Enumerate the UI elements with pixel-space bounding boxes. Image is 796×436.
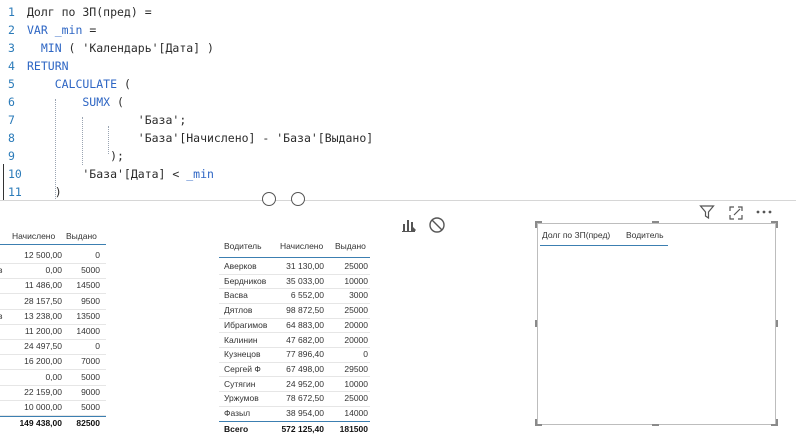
column-header[interactable]: Долг по ЗП(пред) <box>542 230 610 240</box>
resize-handle-corner[interactable] <box>776 419 778 426</box>
header-underline <box>219 257 370 258</box>
paid-cell: 29500 <box>344 363 368 374</box>
driver-name: Дятлов <box>224 305 253 316</box>
paid-cell: 0 <box>363 349 368 360</box>
bar-chart-edit-icon[interactable] <box>401 217 417 233</box>
row-divider <box>219 273 370 275</box>
row-divider <box>219 376 370 378</box>
column-header[interactable]: Начислено <box>280 241 323 251</box>
driver-name: Бердников <box>224 275 267 286</box>
column-header[interactable]: Выдано <box>335 241 366 251</box>
total-divider <box>219 421 370 423</box>
paid-cell: 25000 <box>344 261 368 271</box>
driver-name: Сергей Ф <box>224 363 261 374</box>
accrued-cell: 77 896,40 <box>286 349 324 360</box>
driver-name: Васва <box>224 290 248 301</box>
empty-table-visual[interactable]: Долг по ЗП(пред) Водитель <box>537 223 776 425</box>
driver-name: Аверков <box>224 261 257 271</box>
row-divider <box>219 317 370 319</box>
accrued-cell: 47 682,00 <box>286 334 324 345</box>
total-paid: 181500 <box>339 423 368 434</box>
accrued-cell: 38 954,00 <box>286 408 324 418</box>
paid-cell: 25000 <box>344 305 368 316</box>
paid-cell: 25000 <box>344 393 368 404</box>
resize-handle-corner[interactable] <box>535 221 537 228</box>
column-header[interactable]: Водитель <box>626 230 664 240</box>
driver-name: Сутягин <box>224 378 256 389</box>
driver-name: Кузнецов <box>224 349 261 360</box>
row-divider <box>219 391 370 393</box>
driver-name: Калинин <box>224 334 258 345</box>
filter-icon[interactable] <box>699 204 715 220</box>
header-underline <box>540 245 668 246</box>
accrued-cell: 78 672,50 <box>286 393 324 404</box>
resize-handle-left[interactable] <box>535 320 537 327</box>
column-header[interactable]: Водитель <box>224 241 262 251</box>
paid-cell: 20000 <box>344 319 368 330</box>
paid-cell: 14000 <box>344 408 368 418</box>
resize-handle-top[interactable] <box>652 221 659 223</box>
resize-handle-corner[interactable] <box>535 419 537 426</box>
row-divider <box>219 347 370 348</box>
accrued-cell: 31 130,00 <box>286 261 324 271</box>
driver-name: Ибрагимов <box>224 319 268 330</box>
resize-handle-bottom[interactable] <box>652 424 659 426</box>
accrued-cell: 64 883,00 <box>286 319 324 330</box>
paid-cell: 3000 <box>349 290 368 301</box>
row-divider <box>219 288 370 290</box>
row-divider <box>219 302 370 304</box>
accrued-cell: 24 952,00 <box>286 378 324 389</box>
accrued-cell: 98 872,50 <box>286 305 324 316</box>
focus-mode-icon[interactable] <box>728 205 744 221</box>
total-accrued: 572 125,40 <box>281 423 324 434</box>
no-entry-icon[interactable] <box>428 216 446 234</box>
resize-handle-corner[interactable] <box>776 221 778 228</box>
accrued-cell: 6 552,00 <box>290 290 324 301</box>
paid-cell: 20000 <box>344 334 368 345</box>
paid-cell: 10000 <box>344 275 368 286</box>
paid-cell: 10000 <box>344 378 368 389</box>
more-options-icon[interactable] <box>755 209 773 215</box>
row-divider <box>219 361 370 363</box>
resize-handle-right[interactable] <box>776 320 778 327</box>
driver-table: Водитель Начислено Выдано Аверков 31 130,… <box>0 0 380 436</box>
driver-name: Фазыл <box>224 408 251 418</box>
row-divider <box>219 405 370 407</box>
total-label: Всего <box>224 423 249 434</box>
accrued-cell: 67 498,00 <box>286 363 324 374</box>
row-divider <box>219 332 370 334</box>
accrued-cell: 35 033,00 <box>286 275 324 286</box>
driver-name: Уржумов <box>224 393 259 404</box>
